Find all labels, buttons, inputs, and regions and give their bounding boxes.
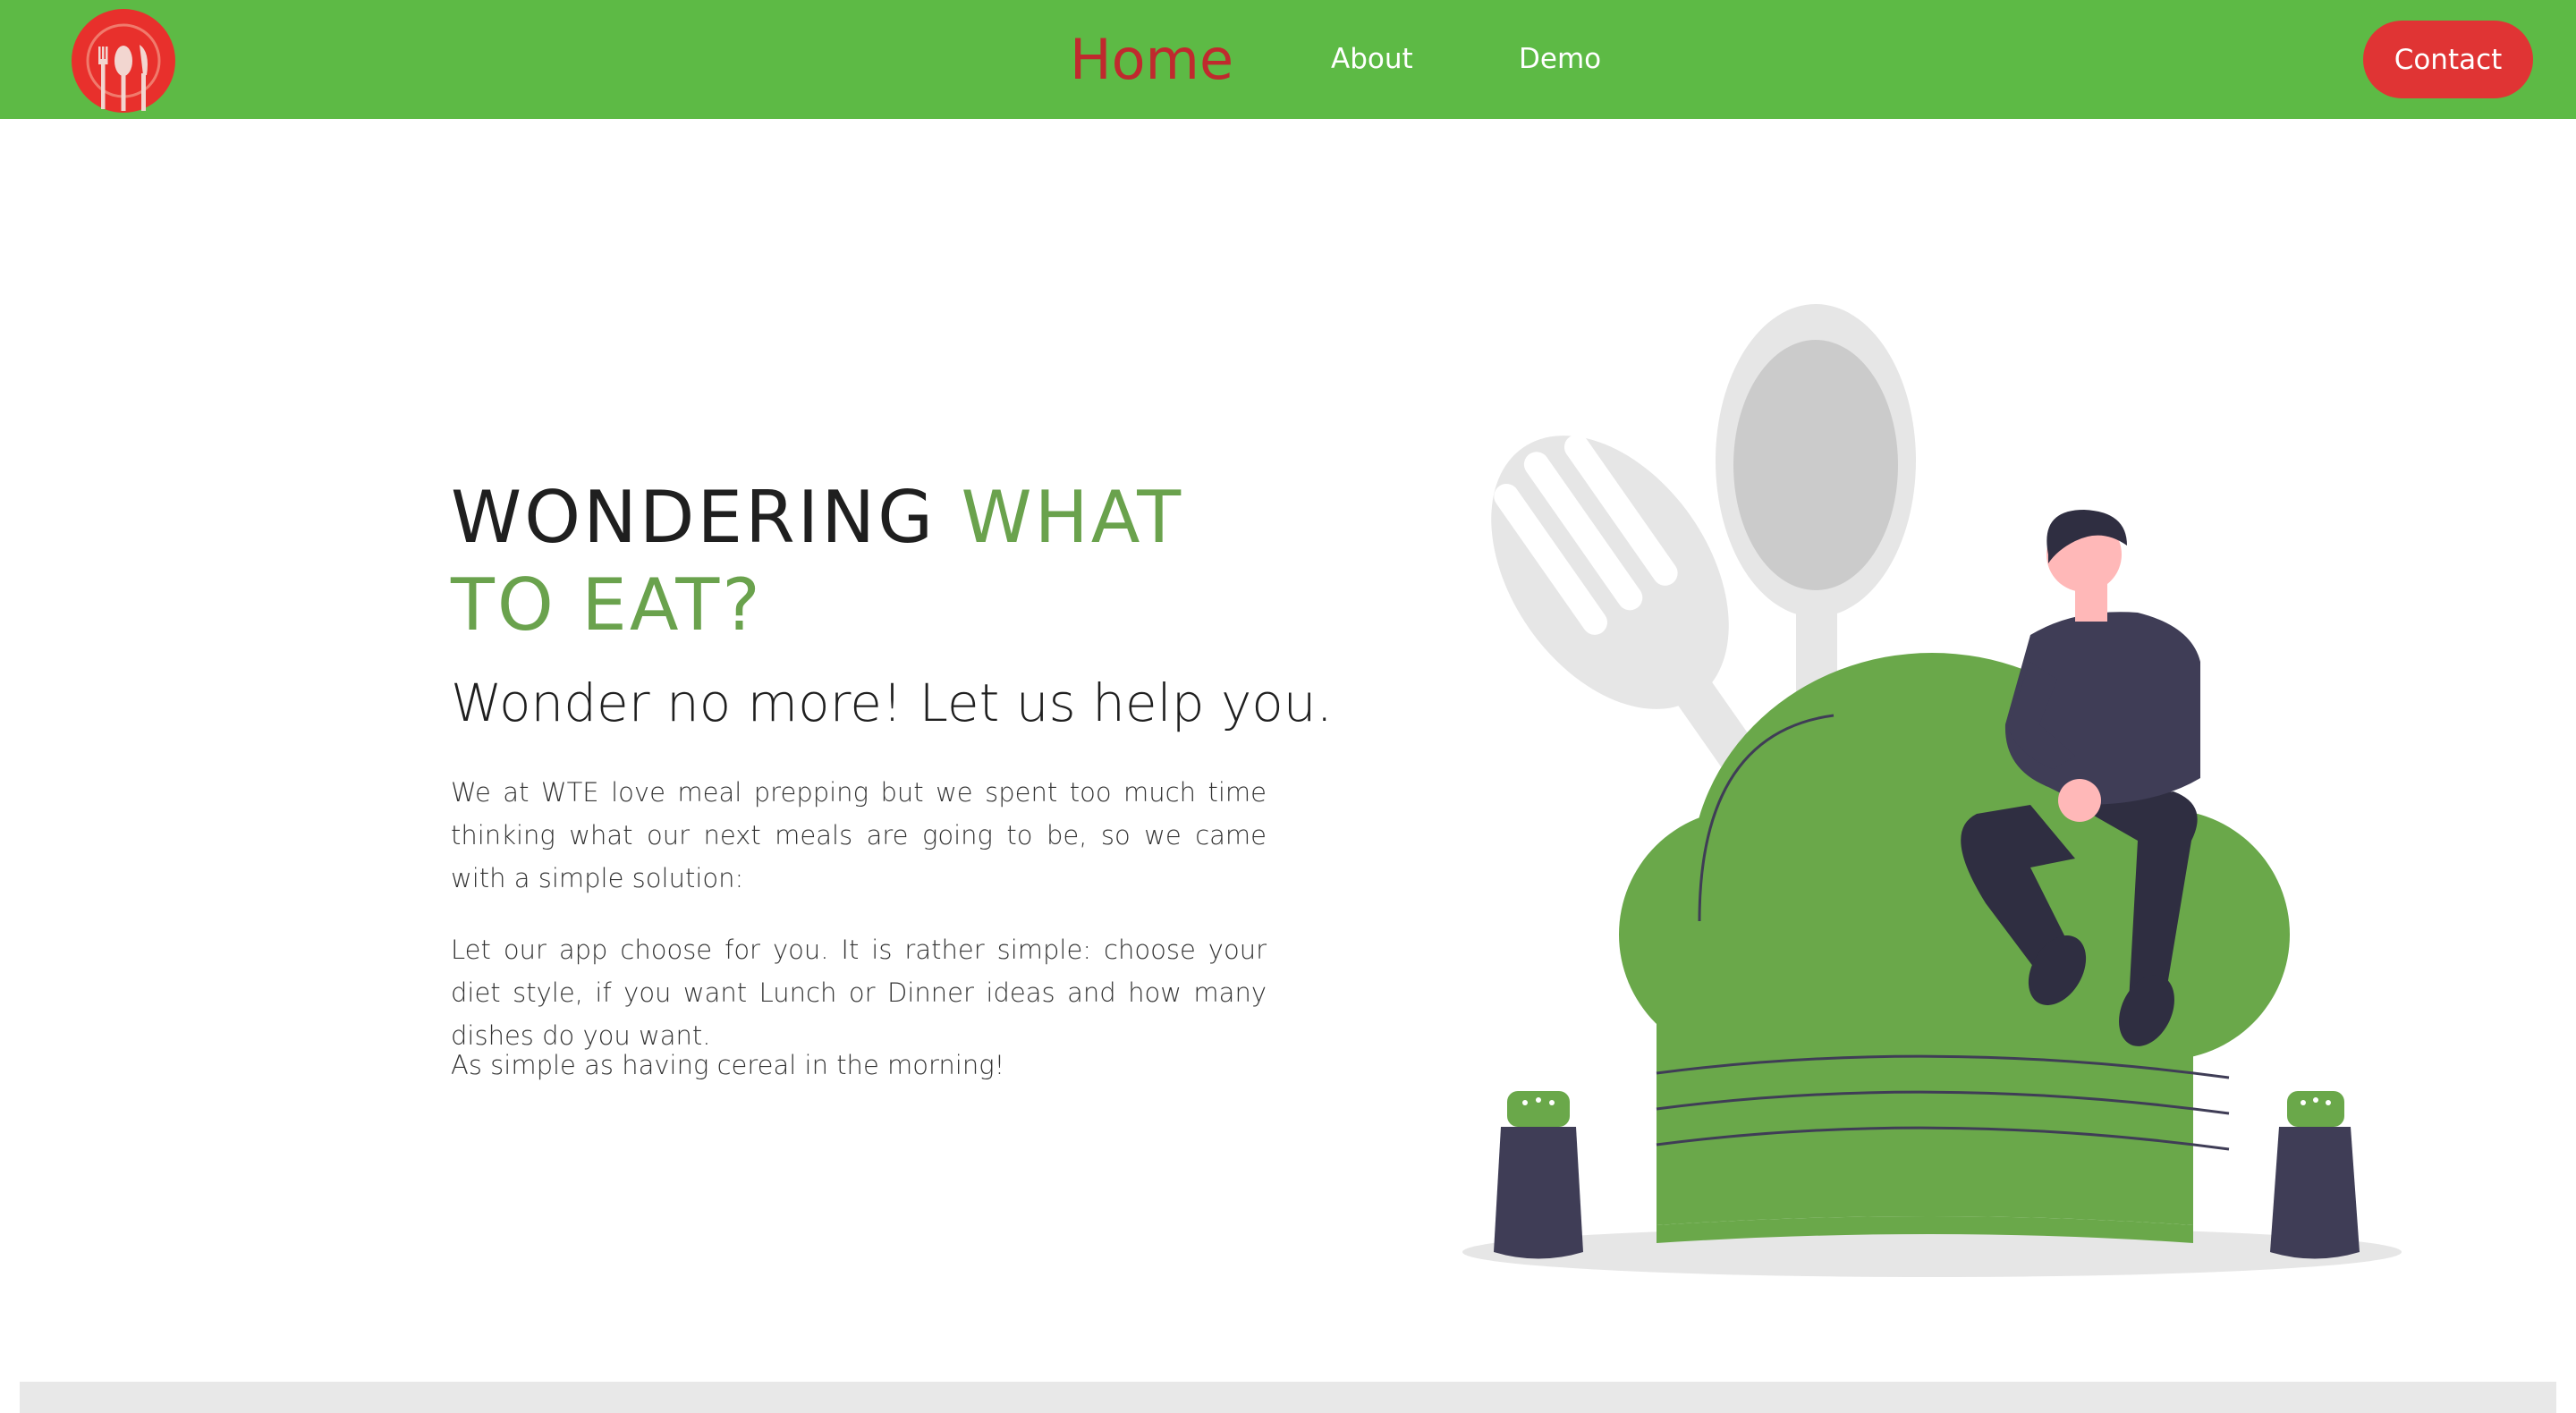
footer-section-edge xyxy=(20,1382,2556,1413)
nav-link-about[interactable]: About xyxy=(1331,43,1413,75)
hero-title: WONDERING WHAT TO EAT? xyxy=(451,474,1256,649)
salt-shaker-icon xyxy=(1494,1091,1583,1259)
nav-link-demo[interactable]: Demo xyxy=(1519,43,1601,75)
hero-subtitle: Wonder no more! Let us help you. xyxy=(451,673,1333,733)
contact-button[interactable]: Contact xyxy=(2363,21,2533,98)
hero-title-part1: WONDERING xyxy=(451,476,962,559)
intro-paragraph: We at WTE love meal prepping but we spen… xyxy=(451,777,1267,893)
logo-icon[interactable] xyxy=(70,7,177,114)
top-navbar: Home About Demo Contact xyxy=(0,0,2576,119)
chef-hat-illustration xyxy=(1462,304,2402,1277)
pepper-shaker-icon xyxy=(2270,1091,2360,1259)
nav-link-home[interactable]: Home xyxy=(1070,27,1233,92)
how-it-works-paragraph: Let our app choose for you. It is rather… xyxy=(451,935,1267,1051)
closing-paragraph: As simple as having cereal in the mornin… xyxy=(451,1050,1005,1080)
